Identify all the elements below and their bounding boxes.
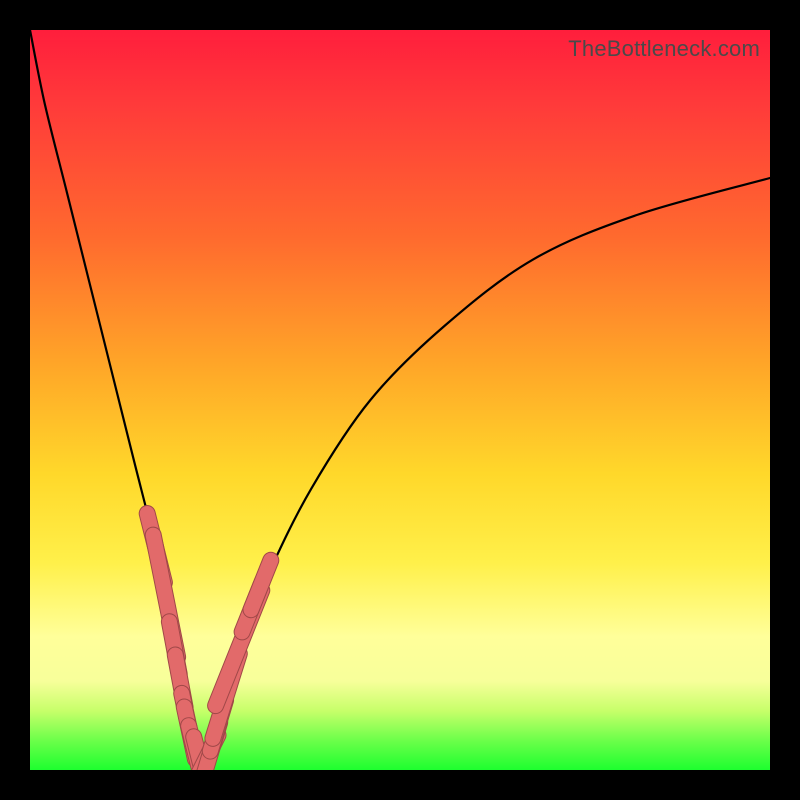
bottleneck-curve	[30, 30, 770, 763]
curve-marker	[251, 560, 271, 609]
curve-markers	[147, 514, 271, 771]
plot-area: TheBottleneck.com Axes are unlabeled in …	[30, 30, 770, 770]
chart-frame: TheBottleneck.com Axes are unlabeled in …	[0, 0, 800, 800]
bottleneck-curve-svg	[30, 30, 770, 770]
